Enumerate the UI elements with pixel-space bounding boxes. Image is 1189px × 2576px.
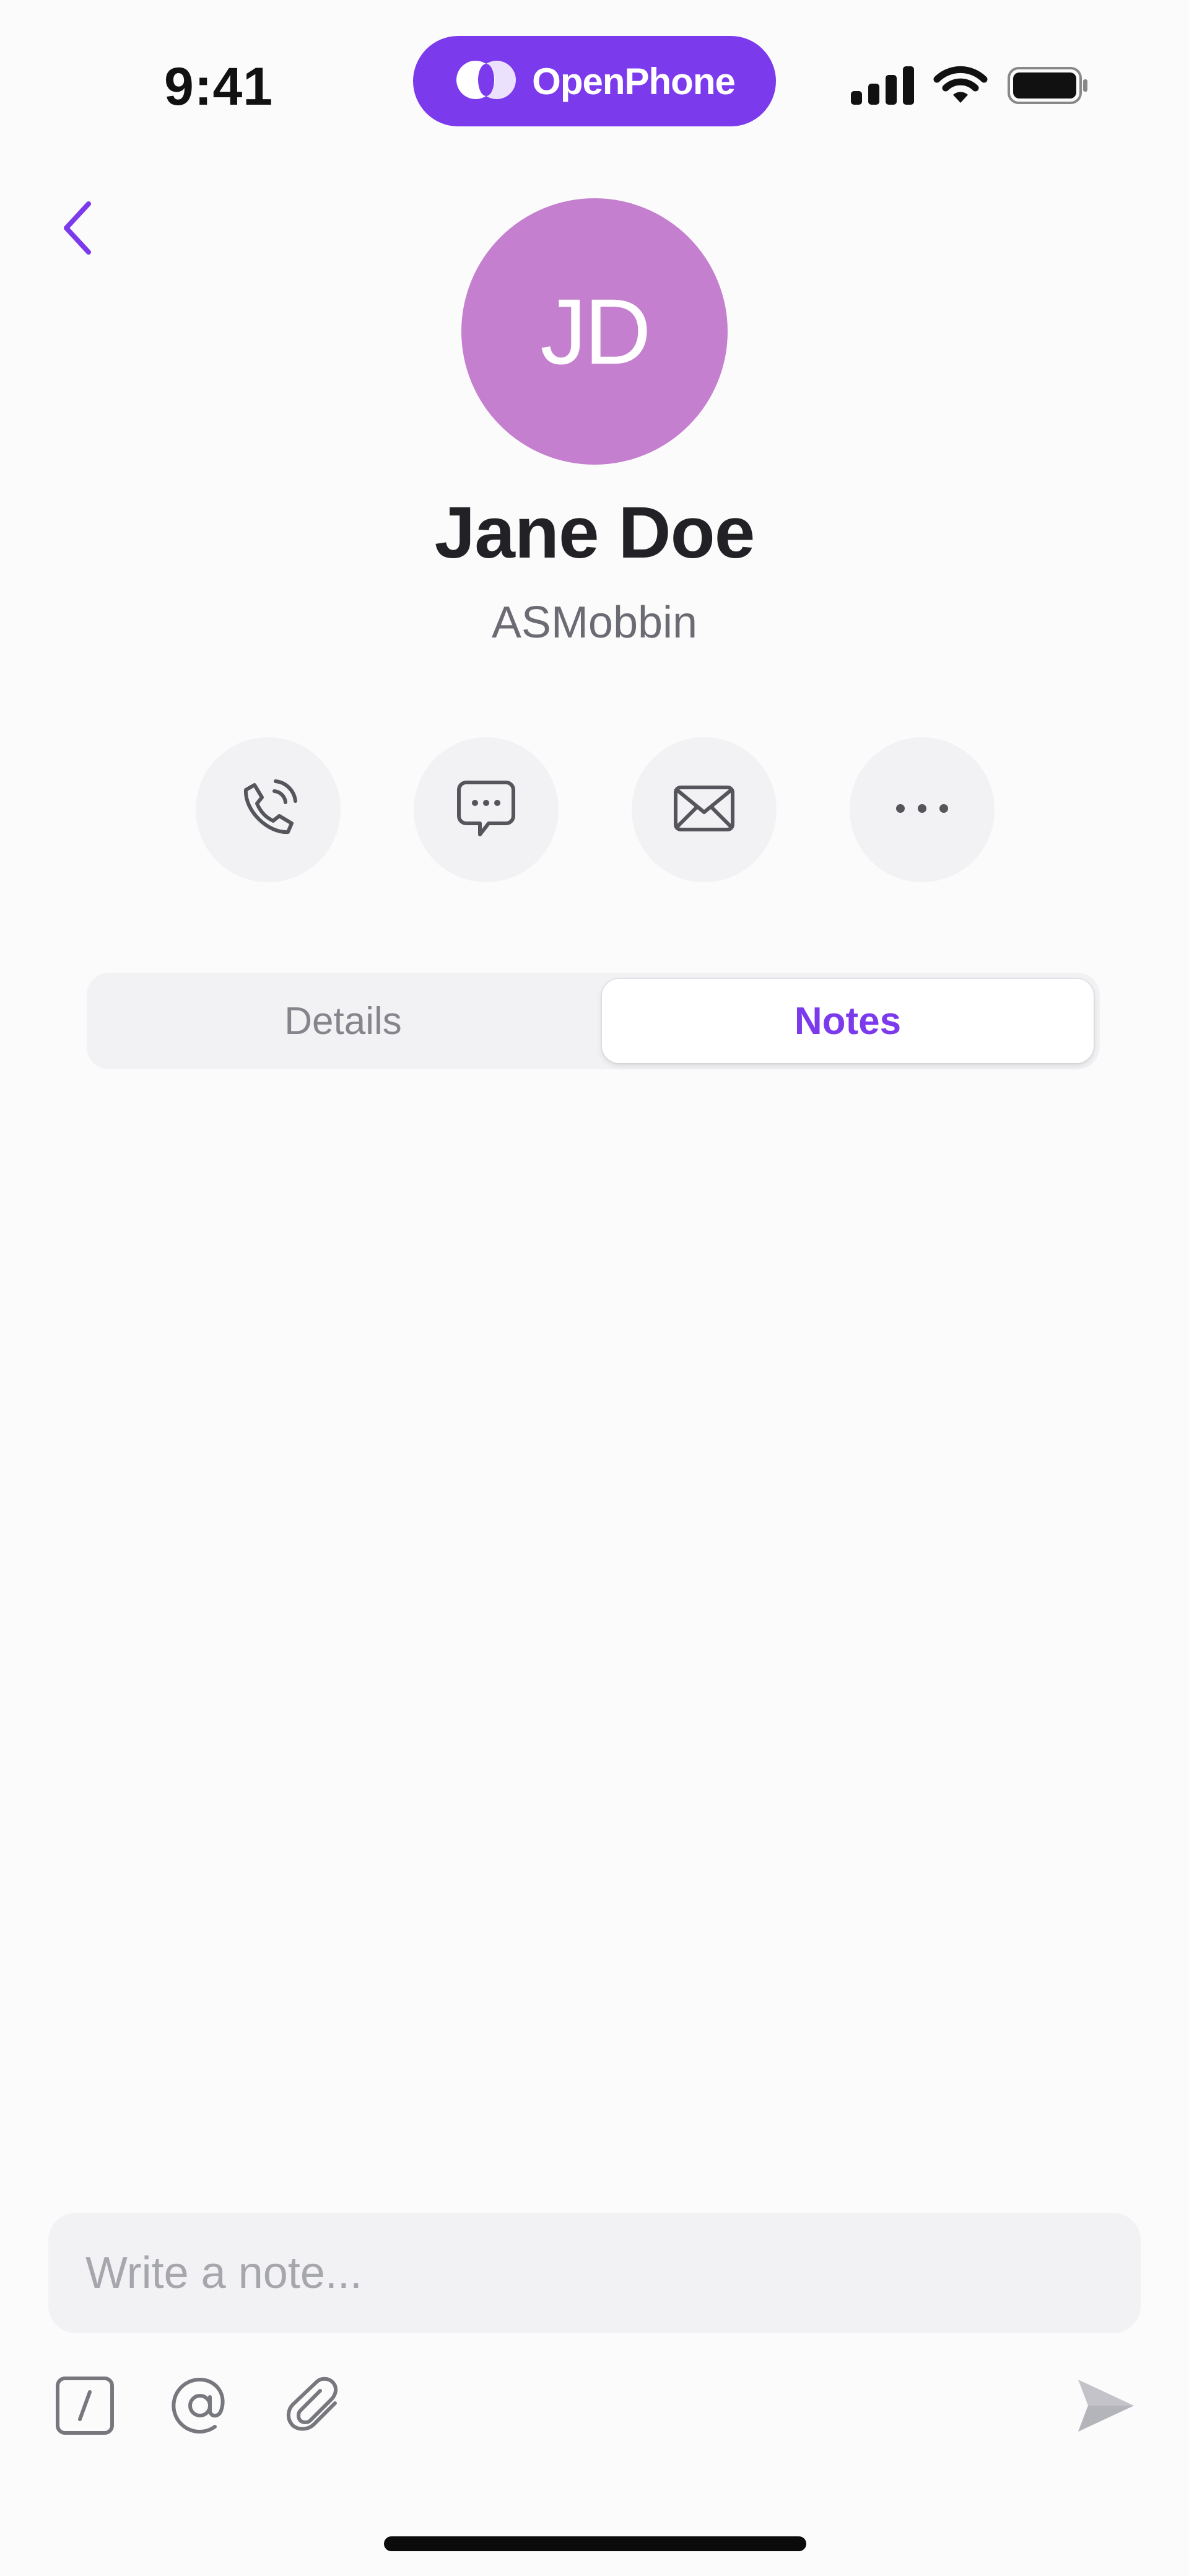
avatar[interactable]: JD <box>461 198 728 465</box>
more-button[interactable] <box>850 737 995 882</box>
mention-icon <box>169 2375 231 2440</box>
back-button[interactable] <box>56 198 99 260</box>
brand-name: OpenPhone <box>532 60 736 102</box>
tab-details[interactable]: Details <box>93 979 593 1063</box>
status-icons <box>851 65 1089 108</box>
contact-company: ASMobbin <box>491 598 698 647</box>
battery-icon <box>1007 66 1089 108</box>
home-indicator <box>384 2536 806 2551</box>
mention-button[interactable] <box>166 2373 234 2441</box>
more-icon <box>894 802 950 818</box>
email-button[interactable] <box>632 737 777 882</box>
slash-command-button[interactable] <box>51 2373 119 2441</box>
send-button[interactable] <box>1065 2367 1146 2447</box>
send-icon <box>1074 2375 1136 2440</box>
phone-call-icon <box>237 778 299 843</box>
note-input[interactable] <box>48 2213 1141 2333</box>
contact-name: Jane Doe <box>434 492 756 574</box>
attachment-icon <box>284 2375 346 2440</box>
signal-icon <box>851 66 914 108</box>
call-button[interactable] <box>196 737 341 882</box>
tab-notes[interactable]: Notes <box>602 979 1094 1063</box>
wifi-icon <box>933 66 988 108</box>
message-button[interactable] <box>414 737 559 882</box>
tabs-segmented-control: Details Notes <box>87 973 1100 1069</box>
message-icon <box>454 776 518 844</box>
dynamic-island: OpenPhone <box>413 36 776 126</box>
chevron-left-icon <box>60 200 95 259</box>
openphone-logo-icon <box>454 58 518 105</box>
slash-command-icon <box>54 2375 116 2440</box>
attachment-button[interactable] <box>281 2373 349 2441</box>
status-time: 9:41 <box>164 57 274 116</box>
mail-icon <box>672 782 736 838</box>
